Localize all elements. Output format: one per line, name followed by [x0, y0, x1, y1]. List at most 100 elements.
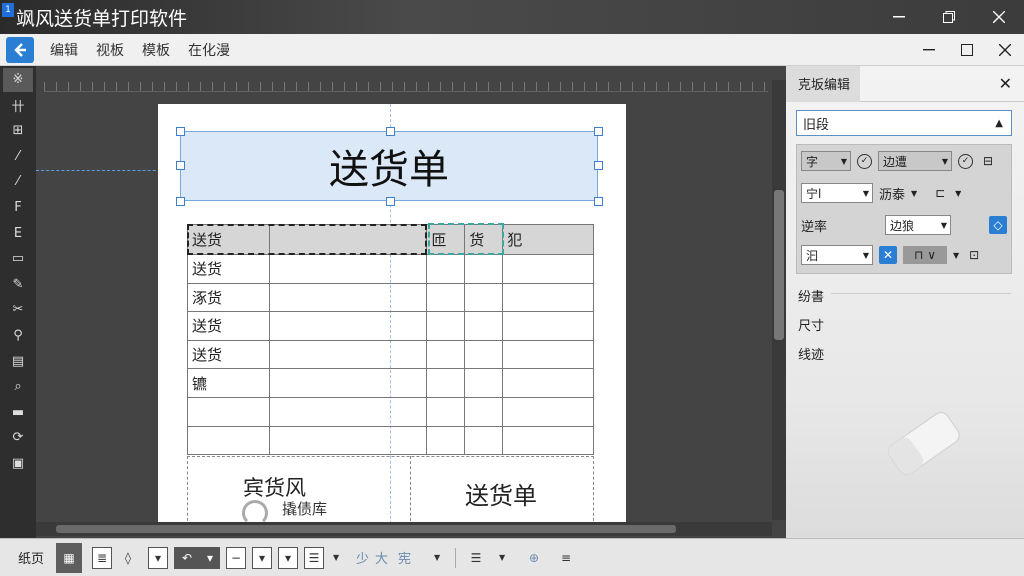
table-cell[interactable]: [464, 282, 504, 313]
font-dropdown[interactable]: 字 ▼: [801, 151, 851, 171]
table-cell[interactable]: 送货: [187, 311, 270, 341]
shrink-text-button[interactable]: 少: [356, 548, 369, 567]
vertical-scrollbar[interactable]: [772, 80, 786, 520]
table-cell[interactable]: [268, 339, 428, 370]
footer-subtitle[interactable]: 撬债库: [282, 498, 327, 519]
table-cell[interactable]: [268, 254, 428, 284]
table-cell[interactable]: [464, 254, 504, 284]
minus-icon[interactable]: −: [226, 546, 247, 569]
width-text-button[interactable]: 宪: [398, 548, 411, 567]
tool-pen-icon[interactable]: ⁄: [3, 170, 33, 194]
footer-title[interactable]: 送货单: [465, 476, 537, 511]
tool-table-icon[interactable]: ⊞: [3, 119, 33, 143]
table-cell[interactable]: [268, 396, 428, 427]
resize-handle[interactable]: [594, 161, 603, 170]
table-cell[interactable]: [502, 368, 594, 398]
scroll-thumb[interactable]: [774, 190, 784, 340]
table-cell[interactable]: [464, 339, 504, 370]
panel-tab[interactable]: 克坂编辑: [786, 65, 861, 102]
chevron-down-icon[interactable]: ▾: [252, 546, 273, 569]
table-cell[interactable]: [268, 368, 428, 398]
link-icon[interactable]: ↶: [174, 546, 201, 569]
tool-image-icon[interactable]: ▤: [3, 349, 33, 373]
chevron-down-icon[interactable]: ▾: [148, 546, 169, 569]
page-layout-icon[interactable]: ▦: [56, 542, 83, 573]
anchor-icon[interactable]: ◇: [989, 216, 1007, 234]
close-icon[interactable]: ✕: [999, 74, 1012, 93]
tool-align-icon[interactable]: E: [3, 221, 33, 245]
check-icon[interactable]: ✓: [958, 153, 973, 169]
table-cell[interactable]: 涿货: [187, 282, 270, 313]
table-cell[interactable]: [502, 282, 594, 313]
list-icon[interactable]: ☰: [304, 546, 325, 569]
menu-template[interactable]: 模板: [142, 40, 170, 60]
doc-close-button[interactable]: [986, 34, 1024, 66]
table-cell[interactable]: [502, 311, 594, 341]
table-cell[interactable]: 送货: [187, 254, 270, 284]
section-label[interactable]: 线迹: [798, 344, 824, 363]
chevron-down-icon[interactable]: ▼: [911, 189, 917, 198]
document-title-box[interactable]: 送货单: [180, 131, 598, 201]
tool-layer-icon[interactable]: ▬: [3, 400, 33, 424]
delivery-table[interactable]: 送货 匝 货 犯 送货 涿货 送货 送货 镳: [187, 224, 594, 456]
align-icon[interactable]: ☰: [466, 547, 486, 569]
table-cell[interactable]: [464, 425, 504, 456]
chevron-down-icon[interactable]: ▾: [200, 546, 221, 569]
table-cell[interactable]: [502, 254, 594, 284]
table-cell[interactable]: [187, 425, 270, 456]
drop-icon[interactable]: ◊: [118, 547, 138, 569]
tool-rotate-icon[interactable]: ⟳: [3, 426, 33, 450]
table-cell[interactable]: 送货: [187, 339, 270, 370]
align-left-icon[interactable]: ⊏: [931, 184, 949, 202]
style-toggle[interactable]: ⊓ ∨: [903, 246, 947, 264]
table-cell[interactable]: [426, 368, 466, 398]
line-dropdown[interactable]: 汩 ▼: [801, 245, 873, 265]
table-cell[interactable]: [464, 368, 504, 398]
table-cell[interactable]: [502, 396, 594, 427]
table-cell[interactable]: [426, 339, 466, 370]
merge-icon[interactable]: ⊕: [524, 547, 544, 569]
table-cell[interactable]: [464, 311, 504, 341]
table-cell[interactable]: [426, 425, 466, 456]
edge-dropdown[interactable]: 边狼 ▼: [885, 215, 951, 235]
paragraph-icon[interactable]: ≣: [92, 546, 113, 569]
table-cell[interactable]: [187, 396, 270, 427]
table-cell[interactable]: [268, 311, 428, 341]
table-cell[interactable]: [464, 396, 504, 427]
resize-handle[interactable]: [386, 197, 395, 206]
table-cell[interactable]: [502, 425, 594, 456]
border-dropdown[interactable]: 边遭 ▼: [878, 151, 952, 171]
doc-minimize-button[interactable]: [910, 34, 948, 66]
minimize-button[interactable]: [874, 0, 924, 34]
tool-brush-icon[interactable]: ✎: [3, 272, 33, 296]
doc-maximize-button[interactable]: [948, 34, 986, 66]
menu-edit[interactable]: 编辑: [50, 40, 78, 60]
tool-export-icon[interactable]: ▣: [3, 452, 33, 476]
chevron-down-icon[interactable]: ▼: [492, 547, 512, 569]
header-cell[interactable]: 犯: [502, 224, 594, 255]
tool-text-icon[interactable]: F: [3, 196, 33, 220]
table-cell[interactable]: [502, 339, 594, 370]
save-icon[interactable]: ⊡: [965, 246, 983, 264]
tool-cut-icon[interactable]: ✂: [3, 298, 33, 322]
resize-handle[interactable]: [386, 127, 395, 136]
scroll-thumb[interactable]: [56, 525, 676, 533]
tool-line-icon[interactable]: ⁄: [3, 144, 33, 168]
chevron-down-icon[interactable]: ▼: [326, 547, 346, 569]
tool-rect-icon[interactable]: ▭: [3, 247, 33, 271]
resize-handle[interactable]: [176, 197, 185, 206]
tool-select-icon[interactable]: ※: [3, 67, 33, 92]
resize-handle[interactable]: [594, 127, 603, 136]
resize-handle[interactable]: [176, 127, 185, 136]
table-cell[interactable]: [268, 282, 428, 313]
horizontal-scrollbar[interactable]: [36, 522, 772, 536]
chevron-down-icon[interactable]: ▾: [278, 546, 299, 569]
section-label[interactable]: 纷書: [798, 286, 824, 305]
design-canvas[interactable]: 送货单 送货 匝 货 犯 送货 涿货 送货 送货 镳 宾货风 撬债库 送货单: [36, 66, 786, 538]
menu-icon[interactable]: ≡: [556, 547, 576, 569]
table-cell[interactable]: [426, 396, 466, 427]
menu-more[interactable]: 在化漫: [188, 40, 230, 60]
table-cell[interactable]: [426, 254, 466, 284]
restore-button[interactable]: [924, 0, 974, 34]
size-dropdown[interactable]: 宁l ▼: [801, 183, 873, 203]
